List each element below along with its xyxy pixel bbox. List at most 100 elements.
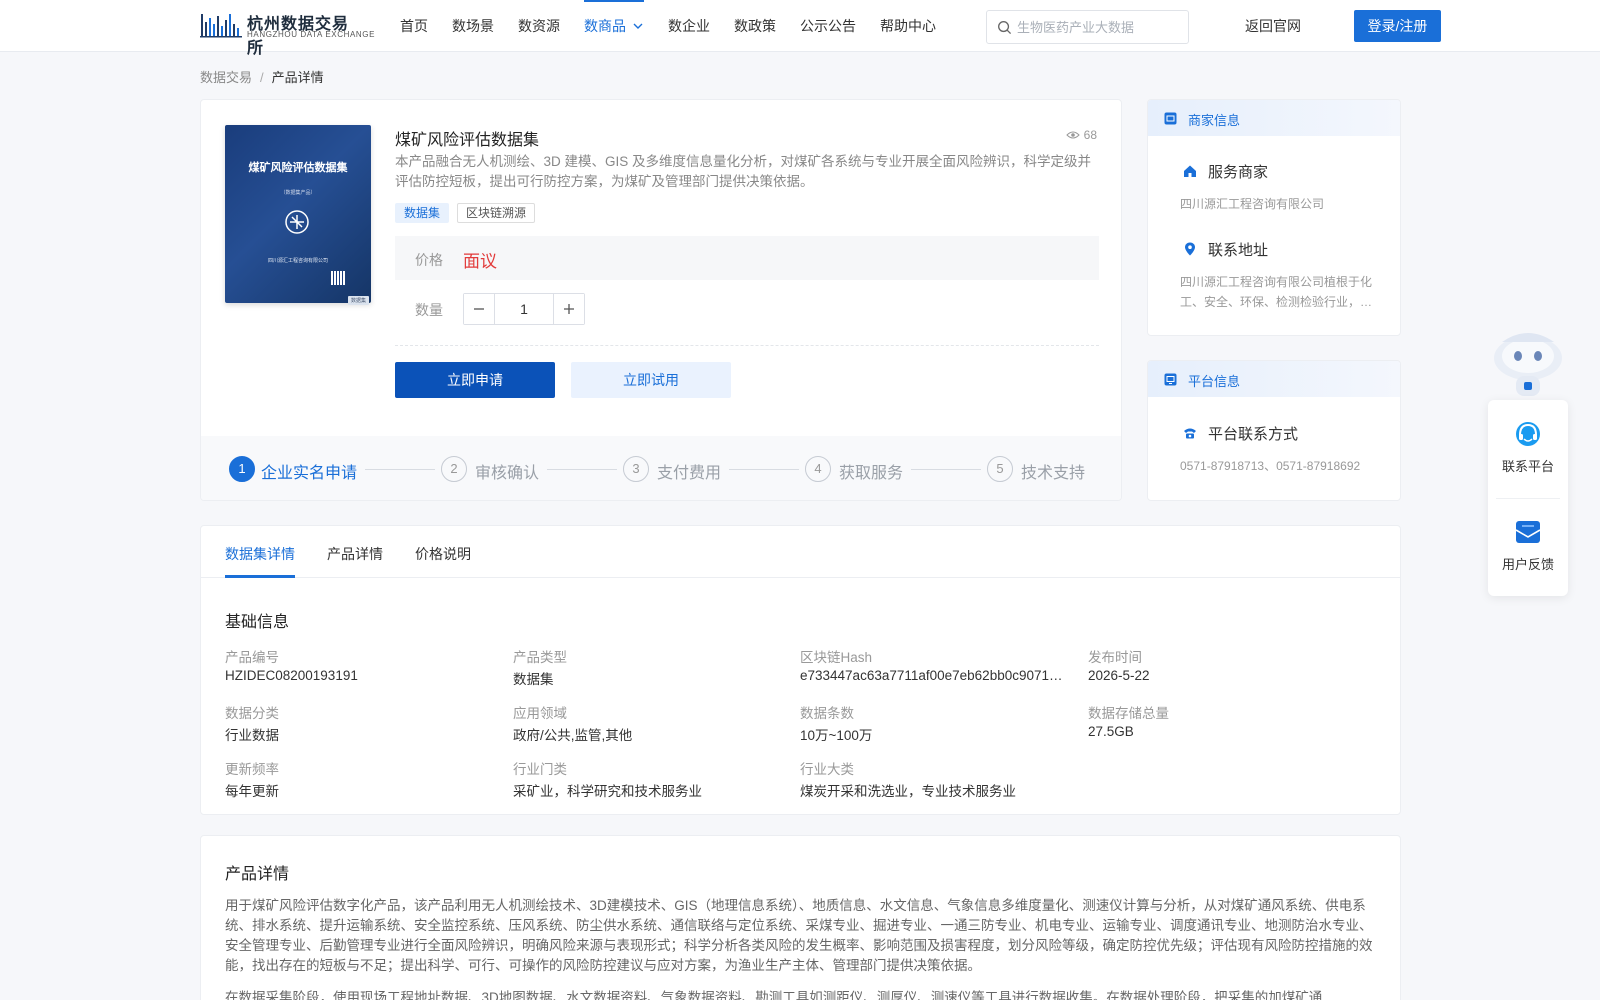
tab-product-detail[interactable]: 产品详情 (327, 544, 383, 564)
field-value: 政府/公共,监管,其他 (513, 728, 633, 743)
back-to-site-link[interactable]: 返回官网 (1245, 0, 1301, 52)
address-label: 联系地址 (1208, 242, 1269, 259)
platform-contact-value: 0571-87918713、0571-87918692 (1180, 459, 1361, 473)
field-value: 煤炭开采和洗选业，专业技术服务业 (800, 784, 1016, 799)
product-description: 本产品融合无人机测绘、3D 建模、GIS 及多维度信息量化分析，对煤矿各系统与专… (395, 154, 1092, 189)
logo-subtitle: HANGZHOU DATA EXCHANGE (247, 30, 376, 39)
cover-company: 四川源汇工程咨询有限公司 (267, 258, 328, 264)
field-label: 发布时间 (1088, 650, 1142, 665)
merchant-panel-title: 商家信息 (1188, 113, 1241, 128)
eye-icon (1065, 131, 1080, 139)
minus-icon (474, 308, 484, 310)
step-4-number: 4 (805, 456, 831, 482)
product-cover-image: 煤矿风险评估数据集 （数据集产品） 四川源汇工程咨询有限公司 数据集 (225, 125, 371, 305)
breadcrumb-current: 产品详情 (271, 70, 324, 85)
user-feedback-button[interactable]: 用户反馈 (1488, 516, 1568, 573)
platform-panel-header: 平台信息 (1148, 361, 1400, 397)
field-label: 数据条数 (800, 706, 854, 721)
step-connector (547, 469, 617, 470)
search-input[interactable] (1017, 17, 1185, 37)
field-value: 每年更新 (225, 784, 279, 799)
quantity-stepper: 1 (463, 293, 585, 325)
nav-products-label: 数商品 (584, 18, 626, 34)
nav-enterprises[interactable]: 数企业 (668, 0, 710, 52)
divider (1496, 498, 1560, 499)
product-intro-text: 用于煤矿风险评估数字化产品，该产品利用无人机测绘技术、3D建模技术、GIS（地理… (225, 898, 1373, 973)
step-connector (365, 469, 435, 470)
price-label: 价格 (415, 252, 443, 268)
field-label: 区块链Hash (800, 650, 873, 665)
try-now-button[interactable]: 立即试用 (571, 362, 731, 398)
location-pin-icon (1185, 242, 1195, 256)
merchant-info-panel: 商家信息 服务商家 四川源汇工程咨询有限公司 联系地址 四川源汇工程咨询有限公司… (1147, 99, 1401, 336)
field-label: 数据存储总量 (1088, 706, 1169, 721)
step-4-label: 获取服务 (839, 465, 904, 482)
platform-contact-label: 平台联系方式 (1208, 426, 1299, 443)
field-value: 10万~100万 (800, 728, 873, 743)
step-2-number: 2 (441, 456, 467, 482)
field-value: HZIDEC08200193191 (225, 668, 358, 683)
field-value: 数据集 (513, 672, 554, 687)
phone-icon (1184, 428, 1196, 439)
platform-panel-title: 平台信息 (1188, 374, 1241, 389)
monitor-icon (1164, 373, 1177, 386)
address-value: 四川源汇工程咨询有限公司植根于化工、安全、环保、检测检验行业，致力于为客户提供专… (1180, 275, 1373, 309)
tab-price-info[interactable]: 价格说明 (415, 544, 471, 564)
field-label: 数据分类 (225, 706, 279, 721)
active-tab-indicator (225, 575, 295, 578)
nav-scenes[interactable]: 数场景 (452, 0, 494, 52)
tab-dataset-detail[interactable]: 数据集详情 (225, 544, 295, 564)
product-intro-card: 产品详情 用于煤矿风险评估数字化产品，该产品利用无人机测绘技术、3D建模技术、G… (200, 835, 1401, 1000)
company-logo-icon (285, 210, 309, 234)
field-value: 采矿业，科学研究和技术服务业 (513, 784, 702, 799)
view-count-value: 68 (1083, 128, 1097, 142)
tag-blockchain: 区块链溯源 (457, 203, 536, 223)
field-label: 产品编号 (225, 650, 279, 665)
dataset-detail-card: 数据集详情 产品详情 价格说明 基础信息 产品编号 HZIDEC08200193… (200, 525, 1401, 815)
main-nav: 首页 数场景 数资源 数商品 数企业 数政策 公示公告 帮助中心 (400, 0, 960, 52)
field-value: 2026-5-22 (1088, 668, 1150, 683)
qr-code-icon (331, 271, 345, 285)
nav-announcements[interactable]: 公示公告 (800, 0, 856, 52)
step-3-number: 3 (623, 456, 649, 482)
contact-platform-label: 联系平台 (1501, 459, 1554, 474)
step-1-label: 企业实名申请 (261, 465, 358, 482)
product-card: 煤矿风险评估数据集 （数据集产品） 四川源汇工程咨询有限公司 数据集 煤矿风险评… (200, 99, 1122, 501)
tag-dataset: 数据集 (395, 203, 450, 223)
plus-icon (564, 304, 574, 314)
chevron-down-icon (633, 23, 643, 29)
field-label: 更新频率 (225, 762, 279, 777)
breadcrumb: 数据交易 / 产品详情 (200, 67, 324, 86)
step-connector (729, 469, 799, 470)
floating-toolbar: 联系平台 用户反馈 (1488, 400, 1568, 596)
price-row: 价格 面议 (395, 236, 1099, 280)
assistant-robot-icon[interactable] (1488, 324, 1568, 400)
merchant-panel-header: 商家信息 (1148, 100, 1400, 136)
cover-title: 煤矿风险评估数据集 (248, 162, 348, 174)
nav-policies[interactable]: 数政策 (734, 0, 776, 52)
quantity-input[interactable]: 1 (494, 294, 554, 324)
contact-platform-button[interactable]: 联系平台 (1488, 418, 1568, 475)
service-merchant-label: 服务商家 (1208, 164, 1269, 181)
price-value: 面议 (463, 252, 497, 271)
store-icon (1164, 112, 1177, 125)
nav-help[interactable]: 帮助中心 (880, 0, 936, 52)
step-5-label: 技术支持 (1021, 465, 1086, 482)
field-label: 应用领域 (513, 706, 567, 721)
cover-tag: 数据集 (347, 296, 369, 305)
home-icon (1184, 165, 1196, 177)
increase-button[interactable] (554, 294, 584, 324)
login-register-button[interactable]: 登录/注册 (1354, 10, 1441, 42)
basic-info-title: 基础信息 (225, 614, 290, 631)
site-logo[interactable]: 杭州数据交易所 HANGZHOU DATA EXCHANGE (200, 8, 374, 57)
breadcrumb-parent[interactable]: 数据交易 (200, 70, 252, 85)
apply-now-button[interactable]: 立即申请 (395, 362, 555, 398)
decrease-button[interactable] (464, 294, 494, 324)
search-icon[interactable] (997, 20, 1012, 35)
nav-resources[interactable]: 数资源 (518, 0, 560, 52)
nav-home[interactable]: 首页 (400, 0, 428, 52)
step-5-number: 5 (987, 456, 1013, 482)
nav-products[interactable]: 数商品 (584, 0, 644, 52)
view-count: 68 (1065, 128, 1097, 142)
divider (395, 345, 1099, 346)
